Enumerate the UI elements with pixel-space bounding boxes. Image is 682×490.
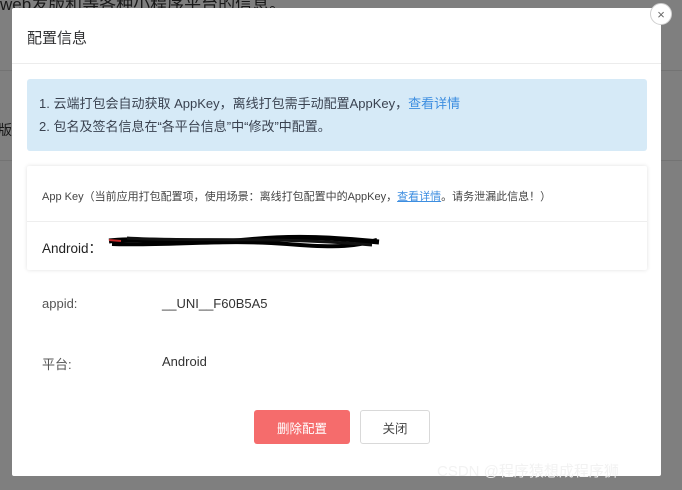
delete-config-button[interactable]: 删除配置 [254,410,350,444]
appid-value: __UNI__F60B5A5 [162,296,268,311]
close-button[interactable]: 关闭 [360,410,430,444]
view-details-link[interactable]: 查看详情 [408,96,460,111]
appkey-card-header: App Key（当前应用打包配置项，使用场景：离线打包配置中的AppKey，查看… [27,166,647,222]
csdn-watermark: CSDN @程序猿想成程序狮 [437,463,619,480]
redacted-appkey-scribble [108,234,380,249]
config-info-dialog: 配置信息 × 1. 云端打包会自动获取 AppKey，离线打包需手动配置AppK… [12,3,672,476]
appid-row: appid: __UNI__F60B5A5 [42,296,268,311]
platform-row: 平台: Android [42,354,207,373]
appkey-android-row: Android： [27,222,647,257]
notice-line-2: 2. 包名及签名信息在“各平台信息”中“修改”中配置。 [39,119,331,134]
appkey-card: App Key（当前应用打包配置项，使用场景：离线打包配置中的AppKey，查看… [27,166,647,270]
appkey-header-text: App Key（当前应用打包配置项，使用场景：离线打包配置中的AppKey， [42,191,398,203]
dialog-header: 配置信息 [12,8,661,64]
platform-value: Android [162,354,207,369]
dialog-title: 配置信息 [27,30,88,47]
notice-line-1: 1. 云端打包会自动获取 AppKey，离线打包需手动配置AppKey，查看详情 [39,92,635,115]
platform-label: 平台: [42,357,72,372]
notice-line-1-text: 1. 云端打包会自动获取 AppKey，离线打包需手动配置AppKey， [39,96,409,111]
appkey-header-suffix: 。请务泄漏此信息！） [441,191,552,203]
appid-label: appid: [42,296,78,311]
appkey-view-details-link[interactable]: 查看详情 [397,191,441,203]
android-label: Android： [42,241,103,256]
close-icon[interactable]: × [650,3,672,25]
info-notice: 1. 云端打包会自动获取 AppKey，离线打包需手动配置AppKey，查看详情… [27,79,647,151]
